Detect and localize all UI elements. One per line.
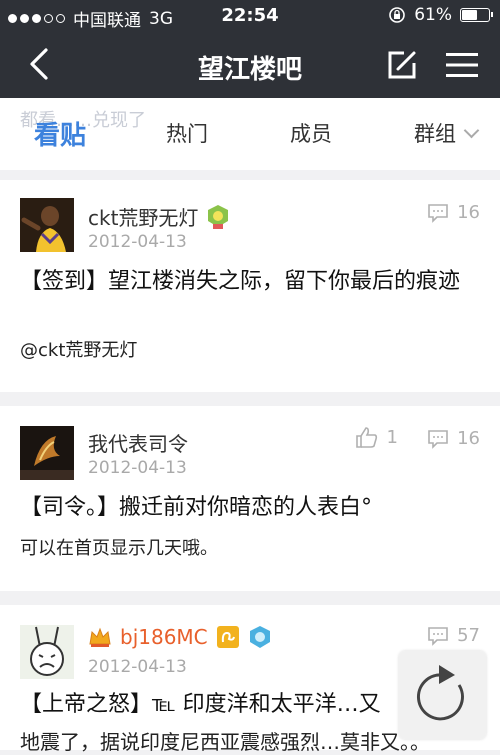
status-bar: 中国联通 3G 22:54 61% <box>0 0 500 32</box>
status-right: 61% <box>388 5 493 25</box>
refresh-button[interactable] <box>399 651 486 739</box>
thumbs-up-icon <box>355 427 377 448</box>
nav-bar: 望江楼吧 <box>0 32 500 98</box>
post-author[interactable]: ckt荒野无灯 <box>88 202 230 231</box>
tab-members[interactable]: 成员 <box>290 118 332 148</box>
post-date: 2012-04-13 <box>88 232 187 252</box>
tab-bar: 都看……兑现了 看贴 热门 成员 群组 <box>0 98 500 170</box>
chevron-down-icon <box>463 122 480 139</box>
comment-icon <box>428 203 448 223</box>
post-date: 2012-04-13 <box>88 458 187 478</box>
avatar-image <box>20 625 74 679</box>
zodiac-badge-icon <box>216 626 239 648</box>
post-author[interactable]: bj186MC <box>88 625 272 649</box>
tab-groups[interactable]: 群组 <box>414 118 480 148</box>
rotation-lock-icon <box>389 7 406 23</box>
post-title[interactable]: 【签到】望江楼消失之际，留下你最后的痕迹 <box>20 266 480 298</box>
comment-count[interactable]: 16 <box>427 202 480 223</box>
comment-count-value: 16 <box>457 428 480 449</box>
post-excerpt: 可以在首页显示几天哦。 <box>20 538 218 559</box>
post-excerpt: @ckt荒野无灯 <box>20 340 138 361</box>
crown-icon <box>89 627 111 647</box>
post-card[interactable]: ckt荒野无灯 2012-04-13 16 【签到】望江楼消失之际，留下你最后的… <box>0 180 500 392</box>
post-excerpt: 地震了，据说印度尼西亚震感强烈…莫非又。。 <box>20 730 420 754</box>
post-title[interactable]: 【上帝之怒】℡ 印度洋和太平洋…又 <box>20 689 400 721</box>
comment-count-value: 16 <box>457 202 480 223</box>
author-name: bj186MC <box>120 625 208 649</box>
post-author[interactable]: 我代表司令 <box>88 428 188 457</box>
comment-count[interactable]: 16 <box>427 428 480 449</box>
edit-icon[interactable] <box>386 49 418 81</box>
menu-icon[interactable] <box>446 50 478 80</box>
comment-count-value: 57 <box>457 625 480 646</box>
refresh-icon <box>417 665 464 721</box>
avatar[interactable] <box>20 625 74 679</box>
post-card[interactable]: 我代表司令 2012-04-13 1 16 【司令。】搬迁前对你暗恋的人表白° … <box>0 406 500 591</box>
like-count-value: 1 <box>386 426 398 448</box>
tab-groups-label: 群组 <box>414 122 456 146</box>
tab-posts[interactable]: 看贴 <box>34 115 86 152</box>
avatar[interactable] <box>20 426 74 480</box>
comment-count[interactable]: 57 <box>427 625 480 646</box>
post-title[interactable]: 【司令。】搬迁前对你暗恋的人表白° <box>20 492 480 524</box>
avatar-image <box>20 426 74 480</box>
comment-icon <box>428 626 448 646</box>
author-name: ckt荒野无灯 <box>88 206 199 230</box>
battery-icon <box>460 8 493 22</box>
like-count[interactable]: 1 <box>355 426 398 448</box>
author-name: 我代表司令 <box>88 432 188 456</box>
level-badge-icon <box>208 204 229 229</box>
tab-hot[interactable]: 热门 <box>166 118 208 148</box>
comment-icon <box>428 429 448 449</box>
avatar-image <box>20 198 74 252</box>
avatar[interactable] <box>20 198 74 252</box>
page-title: 望江楼吧 <box>197 55 302 85</box>
battery-percent: 61% <box>414 5 452 25</box>
level-badge-icon <box>249 626 270 648</box>
post-date: 2012-04-13 <box>88 657 187 677</box>
